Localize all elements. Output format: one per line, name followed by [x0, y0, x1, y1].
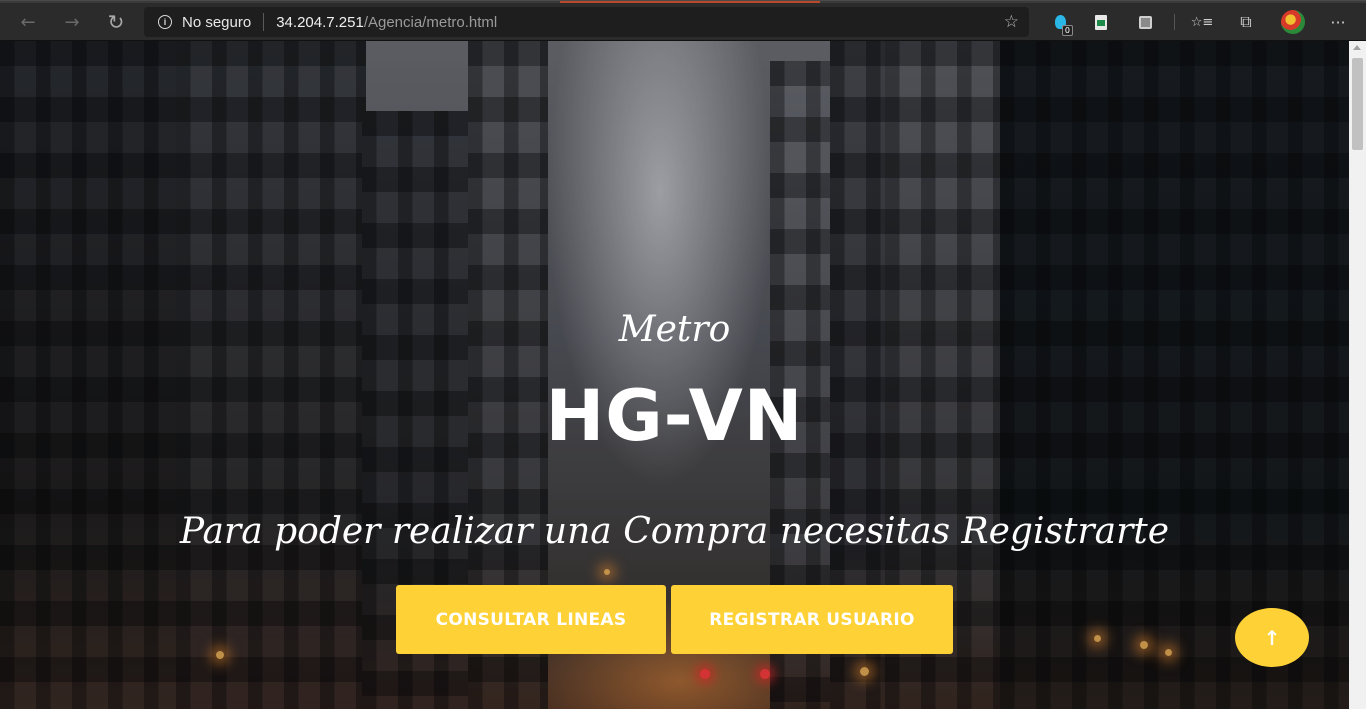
address-separator	[263, 13, 265, 31]
scroll-up-arrow-icon[interactable]	[1353, 45, 1361, 50]
copy-extension-icon[interactable]	[1135, 12, 1155, 32]
hero-heading: HG-VN	[545, 375, 804, 457]
info-icon[interactable]: i	[158, 15, 172, 29]
register-user-button[interactable]: REGISTRAR USUARIO	[671, 585, 953, 654]
toolbar-separator	[1174, 14, 1175, 30]
page-viewport: Metro HG-VN Para poder realizar una Comp…	[0, 41, 1349, 709]
url-path[interactable]: /Agencia/metro.html	[364, 14, 497, 31]
hero-tagline: Para poder realizar una Compra necesitas…	[179, 511, 1170, 552]
hero-section: Metro HG-VN Para poder realizar una Comp…	[0, 41, 1349, 709]
forward-icon[interactable]: →	[58, 8, 86, 36]
security-status[interactable]: No seguro	[182, 14, 251, 31]
active-indicator	[560, 1, 820, 3]
profile-avatar[interactable]	[1281, 10, 1305, 34]
reload-icon[interactable]: ↻	[102, 8, 130, 36]
favorite-star-icon[interactable]: ☆	[1004, 12, 1019, 32]
address-bar[interactable]: i No seguro 34.204.7.251/Agencia/metro.h…	[144, 7, 1029, 37]
more-menu-icon[interactable]: ···	[1328, 12, 1348, 32]
extension-badge: 0	[1061, 25, 1073, 36]
scroll-to-top-button[interactable]: ↑	[1235, 608, 1309, 667]
consult-lines-button[interactable]: CONSULTAR LINEAS	[396, 585, 666, 654]
hero-subheading: Metro	[618, 309, 731, 350]
arrow-up-icon: ↑	[1263, 625, 1281, 650]
scrollbar-thumb[interactable]	[1352, 58, 1363, 150]
sheet-shape	[1095, 14, 1107, 30]
favorites-bar-icon[interactable]: ☆≡	[1191, 12, 1214, 32]
url-host[interactable]: 34.204.7.251	[276, 14, 364, 31]
collections-icon[interactable]: ⧉	[1236, 12, 1256, 32]
copy-shape	[1138, 15, 1152, 29]
window-top-border	[0, 1, 1366, 3]
back-icon[interactable]: ←	[14, 8, 42, 36]
extension-drop-icon[interactable]: 0	[1050, 12, 1073, 36]
sheets-extension-icon[interactable]	[1091, 12, 1111, 32]
page-scrollbar[interactable]	[1349, 41, 1366, 709]
browser-toolbar: ← → ↻ i No seguro 34.204.7.251/Agencia/m…	[0, 0, 1366, 41]
